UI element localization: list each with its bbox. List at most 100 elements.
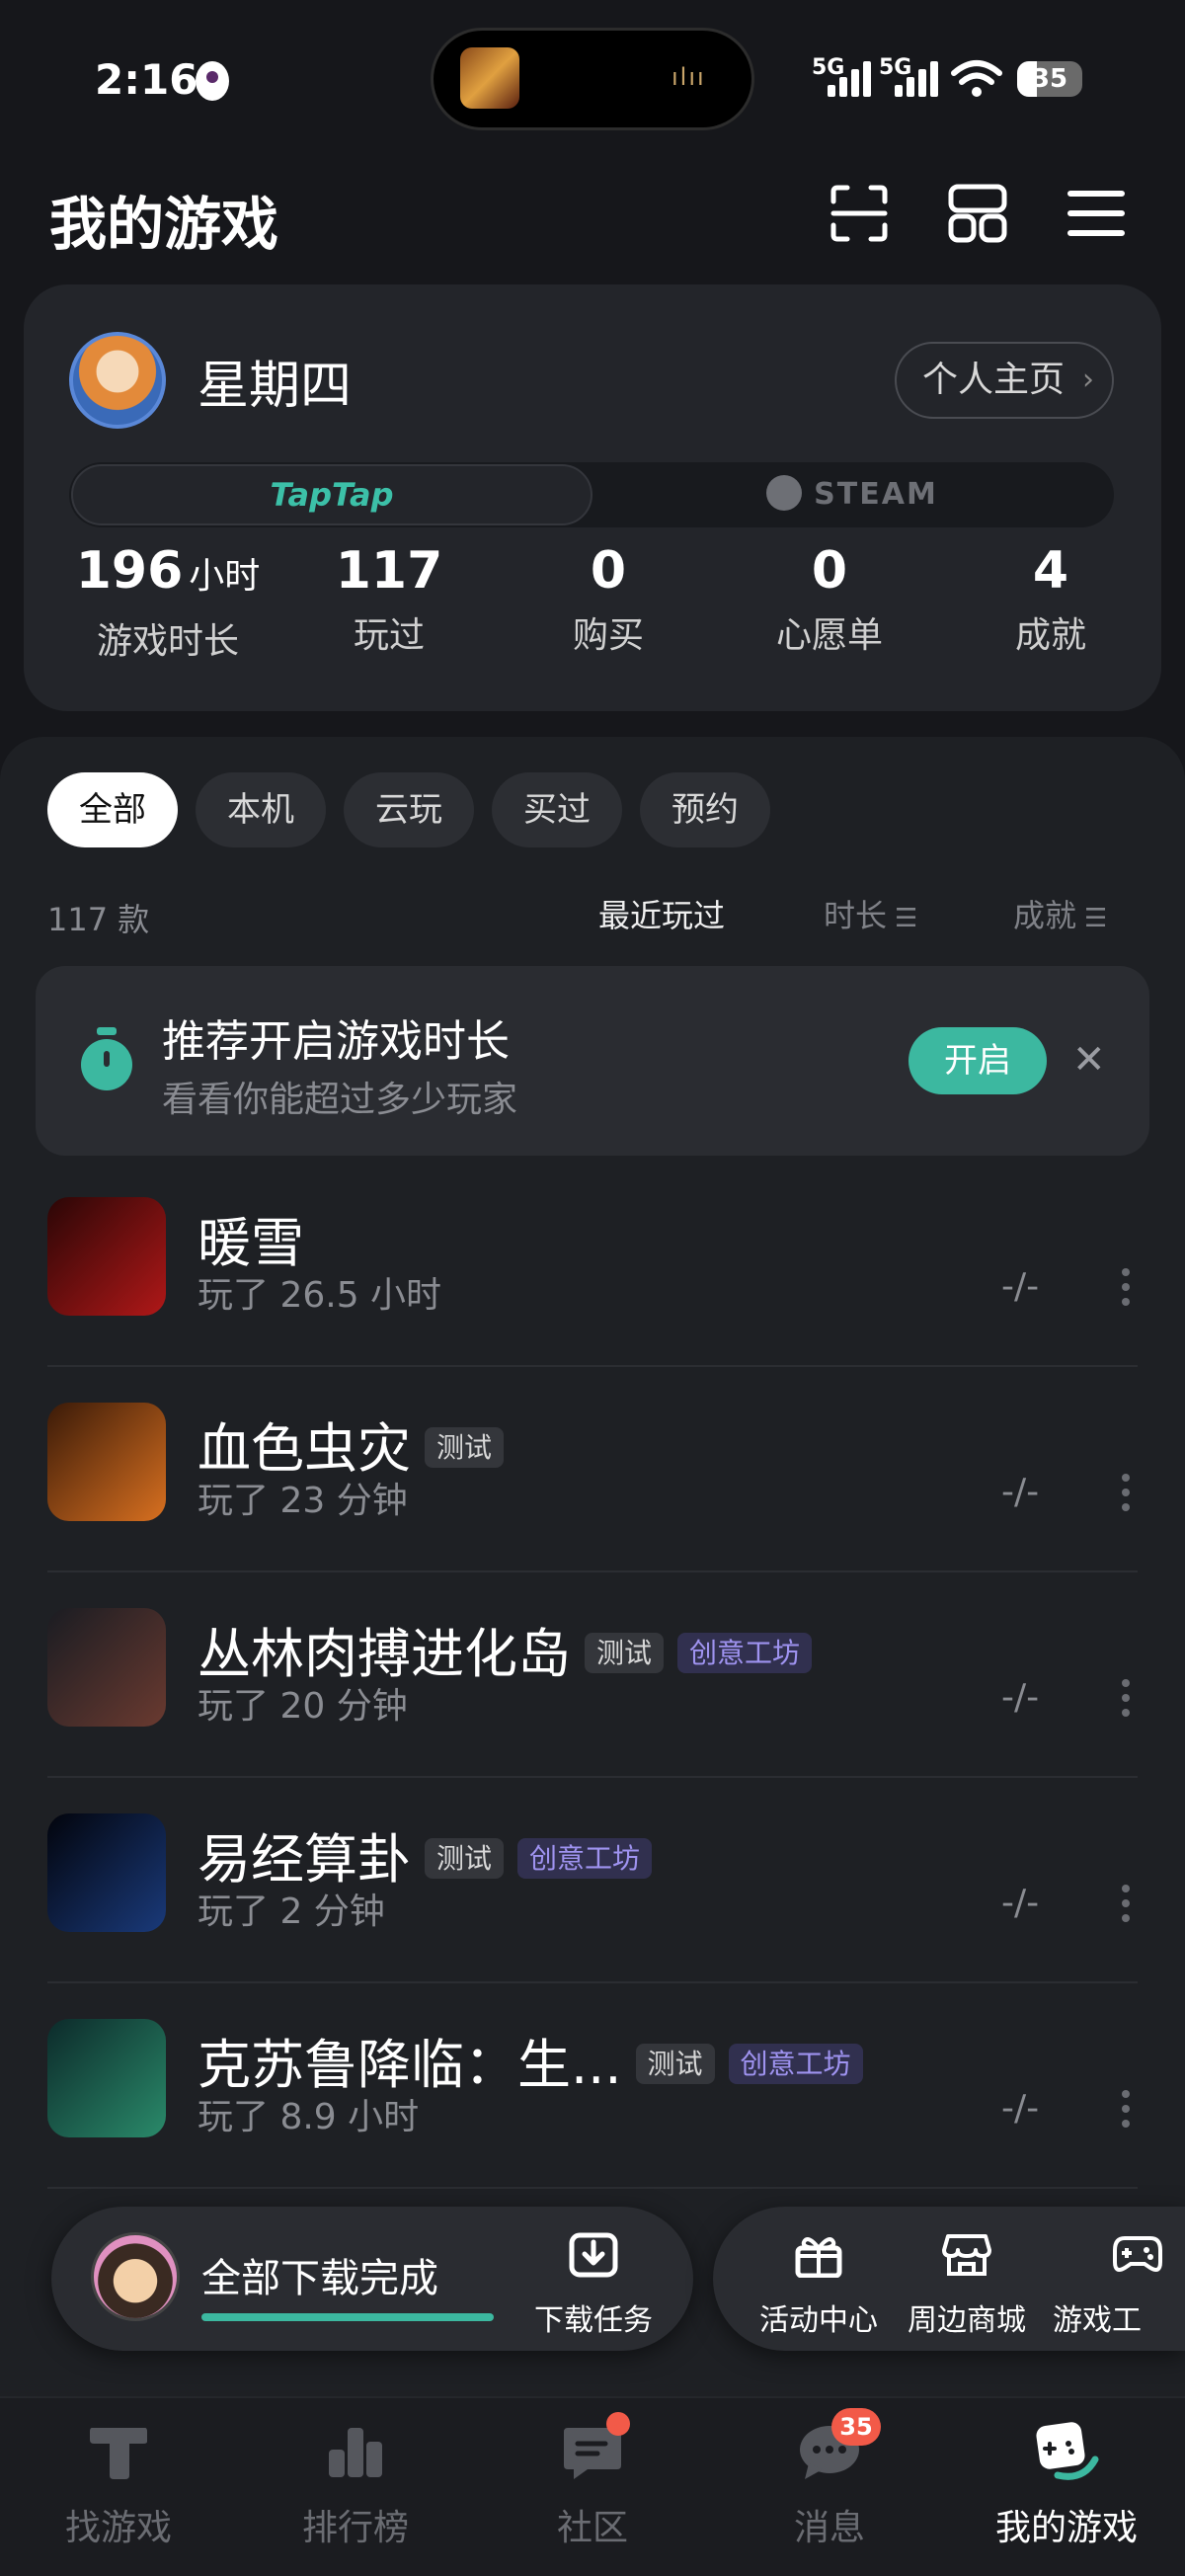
island-game-thumbnail (460, 47, 519, 109)
nav-community[interactable]: 社区 (474, 2420, 711, 2550)
homepage-button[interactable]: 个人主页 › (895, 342, 1114, 419)
enable-playtime-button[interactable]: 开启 (908, 1027, 1047, 1094)
stat-unit: 小时 (189, 556, 261, 597)
gamepad-icon (1113, 2236, 1162, 2272)
filter-chip-local[interactable]: 本机 (196, 772, 326, 847)
stat-label: 成就 (1014, 615, 1086, 656)
divider (47, 1570, 1138, 1572)
divider (47, 1776, 1138, 1778)
game-name: 丛林肉搏进化岛 (198, 1623, 571, 1685)
signal-icon-1 (828, 57, 873, 97)
gift-icon (795, 2237, 842, 2279)
download-task-button[interactable]: 下载任务 (519, 2232, 668, 2339)
game-achievement: -/- (1001, 1472, 1040, 1512)
download-task-icon (569, 2232, 618, 2278)
nav-discover[interactable]: 找游戏 (0, 2420, 237, 2550)
page-title: 我的游戏 (49, 191, 279, 258)
stat-played[interactable]: 117 玩过 (278, 539, 500, 658)
game-playtime: 玩了 8.9 小时 (198, 2097, 420, 2137)
stat-label: 心愿单 (775, 615, 883, 656)
game-icon[interactable] (47, 1403, 166, 1521)
download-status: 全部下载完成 (201, 2256, 438, 2301)
platform-tab-taptap[interactable]: TapTap (71, 464, 592, 525)
taptap-label: TapTap (270, 476, 394, 514)
filter-chip-bought[interactable]: 买过 (492, 772, 622, 847)
more-options-icon[interactable] (1122, 1679, 1132, 1724)
sort-label: 成就 (1013, 897, 1077, 934)
audio-wave-icon: ılıı (672, 63, 706, 91)
divider (47, 1365, 1138, 1367)
menu-icon[interactable] (1065, 182, 1128, 245)
game-achievement: -/- (1001, 1883, 1040, 1923)
stat-purchased[interactable]: 0 购买 (498, 539, 719, 658)
platform-tab-steam[interactable]: STEAM (592, 464, 1112, 525)
community-notification-dot (606, 2412, 630, 2436)
filter-chip-all[interactable]: 全部 (47, 772, 178, 847)
quick-action-label: 周边商城 (908, 2303, 1026, 2338)
game-icon[interactable] (47, 1813, 166, 1932)
recommend-subtitle: 看看你能超过多少玩家 (162, 1080, 518, 1120)
stat-achievements[interactable]: 4 成就 (940, 539, 1161, 658)
signal-icon-2 (895, 57, 940, 97)
avatar[interactable] (69, 332, 166, 429)
quick-action-events[interactable]: 活动中心 (745, 2232, 893, 2339)
scan-icon[interactable] (828, 182, 891, 245)
download-game-avatar (91, 2232, 180, 2321)
game-icon[interactable] (47, 1608, 166, 1727)
game-achievement: -/- (1001, 1677, 1040, 1718)
sort-duration[interactable]: 时长 ☰ (824, 891, 917, 936)
nav-my-games[interactable]: 我的游戏 (948, 2420, 1185, 2550)
quick-action-shop[interactable]: 周边商城 (893, 2232, 1041, 2339)
my-games-icon (1036, 2422, 1099, 2480)
stat-value: 196 (75, 541, 184, 601)
nav-ranking[interactable]: 排行榜 (237, 2420, 474, 2550)
game-name: 易经算卦 (198, 1828, 411, 1891)
message-badge: 35 (831, 2408, 881, 2446)
game-count: 117 款 (47, 901, 150, 938)
game-icon[interactable] (47, 2019, 166, 2137)
filter-chip-cloud[interactable]: 云玩 (344, 772, 474, 847)
stat-value: 0 (590, 541, 627, 601)
user-name: 星期四 (198, 357, 353, 416)
status-time: 2:16 (95, 55, 198, 104)
game-playtime: 玩了 26.5 小时 (198, 1275, 442, 1316)
nav-label: 社区 (556, 2508, 628, 2548)
test-tag: 测试 (635, 2044, 715, 2085)
workshop-tag: 创意工坊 (677, 1633, 813, 1674)
game-name: 克苏鲁降临：生... (198, 2034, 622, 2096)
filter-chip-reserved[interactable]: 预约 (640, 772, 770, 847)
quick-action-tools[interactable]: 游戏工 (1041, 2232, 1185, 2339)
sort-recent[interactable]: 最近玩过 (598, 891, 725, 936)
more-options-icon[interactable] (1122, 1474, 1132, 1518)
more-options-icon[interactable] (1122, 1885, 1132, 1929)
close-icon[interactable]: ✕ (1072, 1037, 1106, 1083)
grid-icon[interactable] (946, 182, 1009, 245)
stat-wishlist[interactable]: 0 心愿单 (719, 539, 940, 658)
stat-playtime[interactable]: 196 小时 游戏时长 (57, 539, 278, 664)
game-name: 暖雪 (198, 1212, 304, 1274)
sort-achievement[interactable]: 成就 ☰ (1013, 891, 1107, 936)
battery-level: 35 (1031, 64, 1068, 94)
steam-label: STEAM (814, 477, 938, 512)
nav-label: 排行榜 (301, 2508, 409, 2548)
sort-label: 时长 (824, 897, 888, 934)
test-tag: 测试 (585, 1633, 665, 1674)
test-tag: 测试 (425, 1427, 505, 1469)
recommend-title: 推荐开启游戏时长 (162, 1016, 510, 1067)
stopwatch-icon (81, 1027, 132, 1090)
nav-messages[interactable]: 消息 (711, 2420, 948, 2550)
quick-action-label: 游戏工 (1053, 2303, 1142, 2338)
more-options-icon[interactable] (1122, 1268, 1132, 1313)
divider (47, 2187, 1138, 2189)
workshop-tag: 创意工坊 (517, 1838, 653, 1880)
stat-label: 玩过 (353, 615, 425, 656)
nav-label: 消息 (793, 2508, 865, 2548)
download-progress-bar (201, 2313, 494, 2321)
battery-indicator: 35 (1017, 61, 1082, 97)
more-options-icon[interactable] (1122, 2090, 1132, 2134)
stat-label: 游戏时长 (96, 621, 239, 662)
quick-action-label: 活动中心 (759, 2303, 878, 2338)
stat-value: 4 (1032, 541, 1069, 601)
game-icon[interactable] (47, 1197, 166, 1316)
chevron-right-icon: › (1082, 362, 1094, 397)
